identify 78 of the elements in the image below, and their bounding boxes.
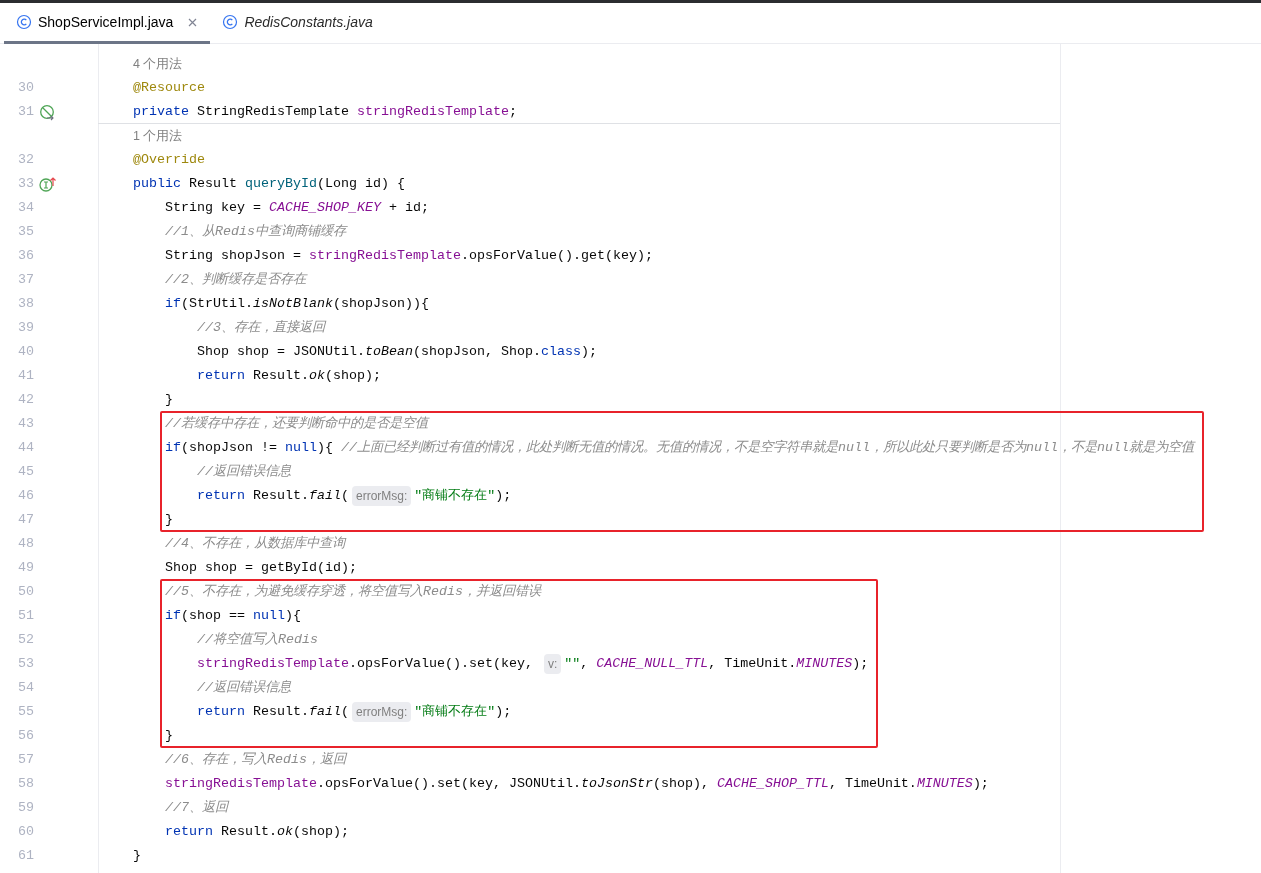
line-number: 48 xyxy=(17,535,34,553)
class-icon xyxy=(16,14,32,30)
line-number: 56 xyxy=(17,727,34,745)
line-number: 57 xyxy=(17,751,34,769)
code-text: //返回错误信息 xyxy=(197,679,291,697)
line-number: 43 xyxy=(17,415,34,433)
close-icon xyxy=(187,16,199,28)
override-icon xyxy=(39,176,56,192)
code-text: String key = CACHE_SHOP_KEY + id; xyxy=(165,199,429,217)
line-number: 36 xyxy=(17,247,34,265)
code-text: } xyxy=(165,511,173,529)
parameter-hint: v: xyxy=(543,654,562,674)
line-number: 31 xyxy=(17,103,34,121)
code-text: } xyxy=(133,847,141,865)
line-number: 54 xyxy=(17,679,34,697)
code-text: return Result.ok(shop); xyxy=(197,367,381,385)
line-number: 55 xyxy=(17,703,34,721)
code-text: return Result.ok(shop); xyxy=(165,823,349,841)
code-text: //6、存在，写入Redis，返回 xyxy=(165,751,346,769)
line-number: 59 xyxy=(17,799,34,817)
line-number: 38 xyxy=(17,295,34,313)
line-number: 33 xyxy=(17,175,34,193)
code-text: Shop shop = getById(id); xyxy=(165,559,357,577)
code-text: stringRedisTemplate.opsForValue().set(key, xyxy=(197,655,534,673)
code-text: } xyxy=(165,727,173,745)
line-number: 49 xyxy=(17,559,34,577)
code-text: if(StrUtil.isNotBlank(shopJson)){ xyxy=(165,295,429,313)
line-number: 61 xyxy=(17,847,34,865)
code-text: @Override xyxy=(133,151,205,169)
line-number: 45 xyxy=(17,463,34,481)
code-text: //若缓存中存在，还要判断命中的是否是空值 xyxy=(165,415,428,433)
line-number: 44 xyxy=(17,439,34,457)
code-text: //4、不存在，从数据库中查询 xyxy=(165,535,345,553)
line-number: 39 xyxy=(17,319,34,337)
code-text: "", CACHE_NULL_TTL, TimeUnit.MINUTES); xyxy=(564,655,869,673)
line-number: 58 xyxy=(17,775,34,793)
line-number: 50 xyxy=(17,583,34,601)
bean-icon xyxy=(39,103,56,121)
line-number: 60 xyxy=(17,823,34,841)
code-text: stringRedisTemplate.opsForValue().set(key, JSONUtil.toJsonStr(shop), CACHE_SHOP_TTL, TimeUnit.MINUTES); xyxy=(165,775,989,793)
parameter-hint: errorMsg: xyxy=(352,702,412,722)
line-number: 35 xyxy=(17,223,34,241)
line-number: 34 xyxy=(17,199,34,217)
code-text: "商铺不存在"); xyxy=(414,487,512,505)
code-text: Shop shop = JSONUtil.toBean(shopJson, Shop.class); xyxy=(197,343,597,361)
code-text: String shopJson = stringRedisTemplate.opsForValue().get(key); xyxy=(165,247,653,265)
line-number: 32 xyxy=(17,151,34,169)
line-number: 40 xyxy=(17,343,34,361)
code-text: "商铺不存在"); xyxy=(414,703,512,721)
line-number: 46 xyxy=(17,487,34,505)
parameter-hint: errorMsg: xyxy=(352,486,412,506)
line-number: 53 xyxy=(17,655,34,673)
line-number: 41 xyxy=(17,367,34,385)
code-text: public Result queryById(Long id) { xyxy=(133,175,405,193)
line-number: 30 xyxy=(17,79,34,97)
code-text: if(shop == null){ xyxy=(165,607,301,625)
code-text: @Resource xyxy=(133,79,205,97)
code-text: //2、判断缓存是否存在 xyxy=(165,271,306,289)
code-text: //1、从Redis中查询商铺缓存 xyxy=(165,223,346,241)
usages-hint[interactable]: 4 个用法 xyxy=(133,54,183,74)
editor-tab[interactable]: RedisConstants.java xyxy=(210,3,385,44)
code-text: //返回错误信息 xyxy=(197,463,291,481)
code-text: } xyxy=(165,391,173,409)
code-text: //7、返回 xyxy=(165,799,228,817)
line-number: 51 xyxy=(17,607,34,625)
line-number: 47 xyxy=(17,511,34,529)
code-text: return Result.fail( xyxy=(197,487,349,505)
code-text: if(shopJson != null){ //上面已经判断过有值的情况，此处判断无值的情况。无值的情况，不是空字符串就是null，所以此处只要判断是否为null，不是null就是为空值 xyxy=(165,439,1194,457)
code-text: private StringRedisTemplate stringRedisTemplate; xyxy=(133,102,517,121)
usages-hint[interactable]: 1 个用法 xyxy=(133,126,183,146)
code-text: //将空值写入Redis xyxy=(197,631,318,649)
line-number: 42 xyxy=(17,391,34,409)
code-text: return Result.fail( xyxy=(197,703,349,721)
class-icon xyxy=(222,14,239,30)
code-text: //5、不存在，为避免缓存穿透，将空值写入Redis，并返回错误 xyxy=(165,583,541,601)
line-number: 37 xyxy=(17,271,34,289)
line-number: 52 xyxy=(17,631,34,649)
code-text: //3、存在，直接返回 xyxy=(197,319,325,337)
